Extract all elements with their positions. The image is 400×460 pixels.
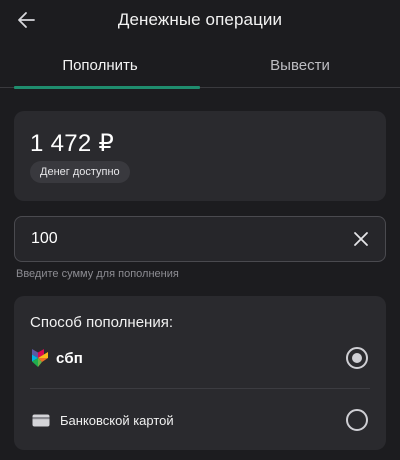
money-operations-screen: Денежные операции Пополнить Вывести 1 47…: [0, 0, 400, 460]
radio-bank-card[interactable]: [346, 409, 368, 431]
header: Денежные операции: [0, 0, 400, 40]
tab-bar: Пополнить Вывести: [0, 44, 400, 89]
arrow-left-icon: [18, 12, 35, 28]
bank-card-label: Банковской картой: [60, 412, 174, 428]
balance-card: 1 472 ₽ Денег доступно: [14, 111, 386, 201]
divider: [30, 388, 370, 389]
amount-input[interactable]: [15, 217, 341, 261]
sbp-label: сбп: [56, 349, 84, 367]
method-option-sbp[interactable]: сбп: [14, 338, 386, 378]
payment-method-title: Способ пополнения:: [30, 314, 173, 331]
radio-sbp-selected[interactable]: [346, 347, 368, 369]
clear-button[interactable]: [341, 219, 381, 259]
tab-withdraw[interactable]: Вывести: [200, 44, 400, 87]
bank-card-icon: [32, 413, 50, 427]
back-button[interactable]: [12, 6, 40, 34]
active-tab-indicator: [14, 86, 200, 89]
balance-badge: Денег доступно: [30, 161, 130, 183]
page-title: Денежные операции: [117, 10, 283, 29]
sbp-logo-icon: [30, 348, 50, 368]
radio-dot: [352, 353, 362, 363]
payment-method-card: Способ пополнения: сбп Банковской картой: [14, 296, 386, 450]
tab-top-up[interactable]: Пополнить: [0, 44, 200, 87]
amount-field: [14, 216, 386, 262]
close-icon: [354, 232, 368, 246]
balance-amount: 1 472 ₽: [30, 130, 115, 157]
method-option-bank-card[interactable]: Банковской картой: [14, 400, 386, 440]
amount-hint: Введите сумму для пополнения: [16, 268, 179, 280]
